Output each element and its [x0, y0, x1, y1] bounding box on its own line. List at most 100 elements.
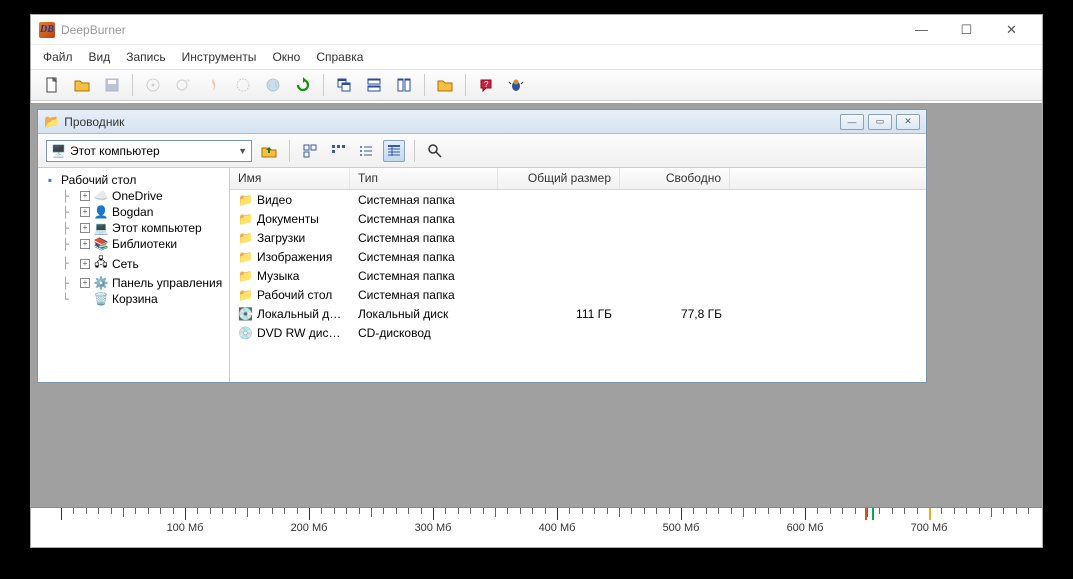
- disc-icon[interactable]: [141, 73, 165, 97]
- toolbar-separator: [465, 74, 466, 96]
- column-type[interactable]: Тип: [350, 168, 498, 189]
- globe-icon[interactable]: [261, 73, 285, 97]
- expand-icon[interactable]: +: [80, 191, 90, 201]
- explorer-button[interactable]: [433, 73, 457, 97]
- list-item[interactable]: 📁ИзображенияСистемная папка: [230, 247, 926, 266]
- ruler-label: 200 Мб: [291, 522, 328, 534]
- svg-text:+: +: [186, 78, 190, 85]
- menu-view[interactable]: Вид: [81, 47, 119, 67]
- list-item[interactable]: 💿DVD RW дисков...CD-дисковод: [230, 323, 926, 342]
- refresh-button[interactable]: [291, 73, 315, 97]
- expand-icon[interactable]: +: [80, 223, 90, 233]
- expand-icon[interactable]: +: [80, 259, 90, 269]
- tree-item[interactable]: └🗑️Корзина: [48, 291, 227, 307]
- bug-icon[interactable]: [504, 73, 528, 97]
- column-size[interactable]: Общий размер: [498, 168, 620, 189]
- search-button[interactable]: [424, 140, 446, 162]
- up-folder-button[interactable]: [258, 140, 280, 162]
- disc-dotted-icon[interactable]: [231, 73, 255, 97]
- menu-file[interactable]: Файл: [35, 47, 81, 67]
- explorer-close-button[interactable]: ✕: [896, 114, 920, 130]
- tree-item[interactable]: ├+⚙️Панель управления: [48, 275, 227, 291]
- tree-line: ├: [50, 206, 80, 219]
- column-free[interactable]: Свободно: [620, 168, 730, 189]
- expand-icon[interactable]: +: [80, 278, 90, 288]
- tree-label: Панель управления: [112, 276, 222, 290]
- app-logo-icon: DB: [39, 22, 55, 38]
- list-view-button[interactable]: [355, 140, 377, 162]
- tree-item[interactable]: ├+👤Bogdan: [48, 204, 227, 220]
- list-item[interactable]: 💽Локальный дис...Локальный диск111 ГБ77,…: [230, 304, 926, 323]
- main-window: DB DeepBurner — ☐ ✕ Файл Вид Запись Инст…: [30, 14, 1043, 548]
- menu-help[interactable]: Справка: [308, 47, 371, 67]
- list-item[interactable]: 📁ДокументыСистемная папка: [230, 209, 926, 228]
- tree-label: Этот компьютер: [112, 221, 202, 235]
- ruler-label: 400 Мб: [539, 522, 576, 534]
- tree-line: ├: [50, 277, 80, 290]
- burn-icon[interactable]: [201, 73, 225, 97]
- ruler-label: 100 Мб: [167, 522, 204, 534]
- list-item[interactable]: 📁МузыкаСистемная папка: [230, 266, 926, 285]
- menu-burn[interactable]: Запись: [118, 47, 173, 67]
- tree-line: ├: [50, 238, 80, 251]
- disc-add-icon[interactable]: +: [171, 73, 195, 97]
- large-icons-button[interactable]: [299, 140, 321, 162]
- item-name: Музыка: [257, 269, 299, 283]
- list-item[interactable]: 📁ВидеоСистемная папка: [230, 190, 926, 209]
- close-button[interactable]: ✕: [989, 16, 1034, 44]
- menu-tools[interactable]: Инструменты: [174, 47, 265, 67]
- tree-item[interactable]: ├+☁️OneDrive: [48, 188, 227, 204]
- folder-icon: 📁: [238, 231, 253, 245]
- minimize-button[interactable]: —: [899, 16, 944, 44]
- desktop-icon: ▪: [42, 173, 58, 187]
- network-icon: 🖧: [93, 253, 109, 274]
- tree-line: ├: [50, 222, 80, 235]
- dvd-icon: 💿: [238, 326, 253, 340]
- explorer-minimize-button[interactable]: —: [840, 114, 864, 130]
- trash-icon: 🗑️: [93, 292, 109, 306]
- tree-line: ├: [50, 257, 80, 270]
- item-type: Локальный диск: [350, 307, 498, 321]
- folder-icon: 📂: [44, 114, 60, 130]
- expand-icon[interactable]: +: [80, 207, 90, 217]
- item-type: CD-дисковод: [350, 326, 498, 340]
- user-icon: 👤: [93, 205, 109, 219]
- tree-item[interactable]: ├+💻Этот компьютер: [48, 220, 227, 236]
- folder-tree[interactable]: ▪Рабочий стол├+☁️OneDrive├+👤Bogdan├+💻Это…: [38, 168, 230, 382]
- save-button[interactable]: [100, 73, 124, 97]
- item-size: 111 ГБ: [498, 307, 620, 321]
- help-button[interactable]: ?: [474, 73, 498, 97]
- tree-label: OneDrive: [112, 189, 163, 203]
- maximize-button[interactable]: ☐: [944, 16, 989, 44]
- new-button[interactable]: [40, 73, 64, 97]
- item-name: Загрузки: [257, 231, 305, 245]
- tree-item[interactable]: ▪Рабочий стол: [40, 172, 227, 188]
- expand-icon[interactable]: +: [80, 239, 90, 249]
- explorer-maximize-button[interactable]: ▭: [868, 114, 892, 130]
- tile-vertical-button[interactable]: [392, 73, 416, 97]
- item-type: Системная папка: [350, 193, 498, 207]
- file-list[interactable]: Имя Тип Общий размер Свободно 📁 Видео Сист…: [230, 168, 926, 382]
- toolbar-separator: [132, 74, 133, 96]
- main-toolbar: + ?: [31, 69, 1042, 101]
- tile-horizontal-button[interactable]: [362, 73, 386, 97]
- list-item[interactable]: 📁Рабочий столСистемная папка: [230, 285, 926, 304]
- cascade-button[interactable]: [332, 73, 356, 97]
- mdi-workspace: 📂 Проводник — ▭ ✕ 🖥️ Этот компьютер ▼: [31, 103, 1042, 507]
- tree-item[interactable]: ├+🖧Сеть: [48, 252, 227, 275]
- list-item[interactable]: 📁ЗагрузкиСистемная папка: [230, 228, 926, 247]
- svg-text:?: ?: [484, 80, 489, 89]
- menu-window[interactable]: Окно: [264, 47, 308, 67]
- open-button[interactable]: [70, 73, 94, 97]
- item-type: Системная папка: [350, 269, 498, 283]
- tree-item[interactable]: ├+📚Библиотеки: [48, 236, 227, 252]
- folder-icon: 📁: [238, 250, 253, 264]
- item-name: Видео: [257, 193, 292, 207]
- window-title: DeepBurner: [61, 23, 126, 37]
- tree-line: └: [50, 293, 80, 306]
- small-icons-button[interactable]: [327, 140, 349, 162]
- pc-icon: 🖥️: [51, 144, 66, 158]
- location-dropdown[interactable]: 🖥️ Этот компьютер ▼: [46, 140, 252, 162]
- details-view-button[interactable]: [383, 140, 405, 162]
- column-name[interactable]: Имя: [230, 168, 350, 189]
